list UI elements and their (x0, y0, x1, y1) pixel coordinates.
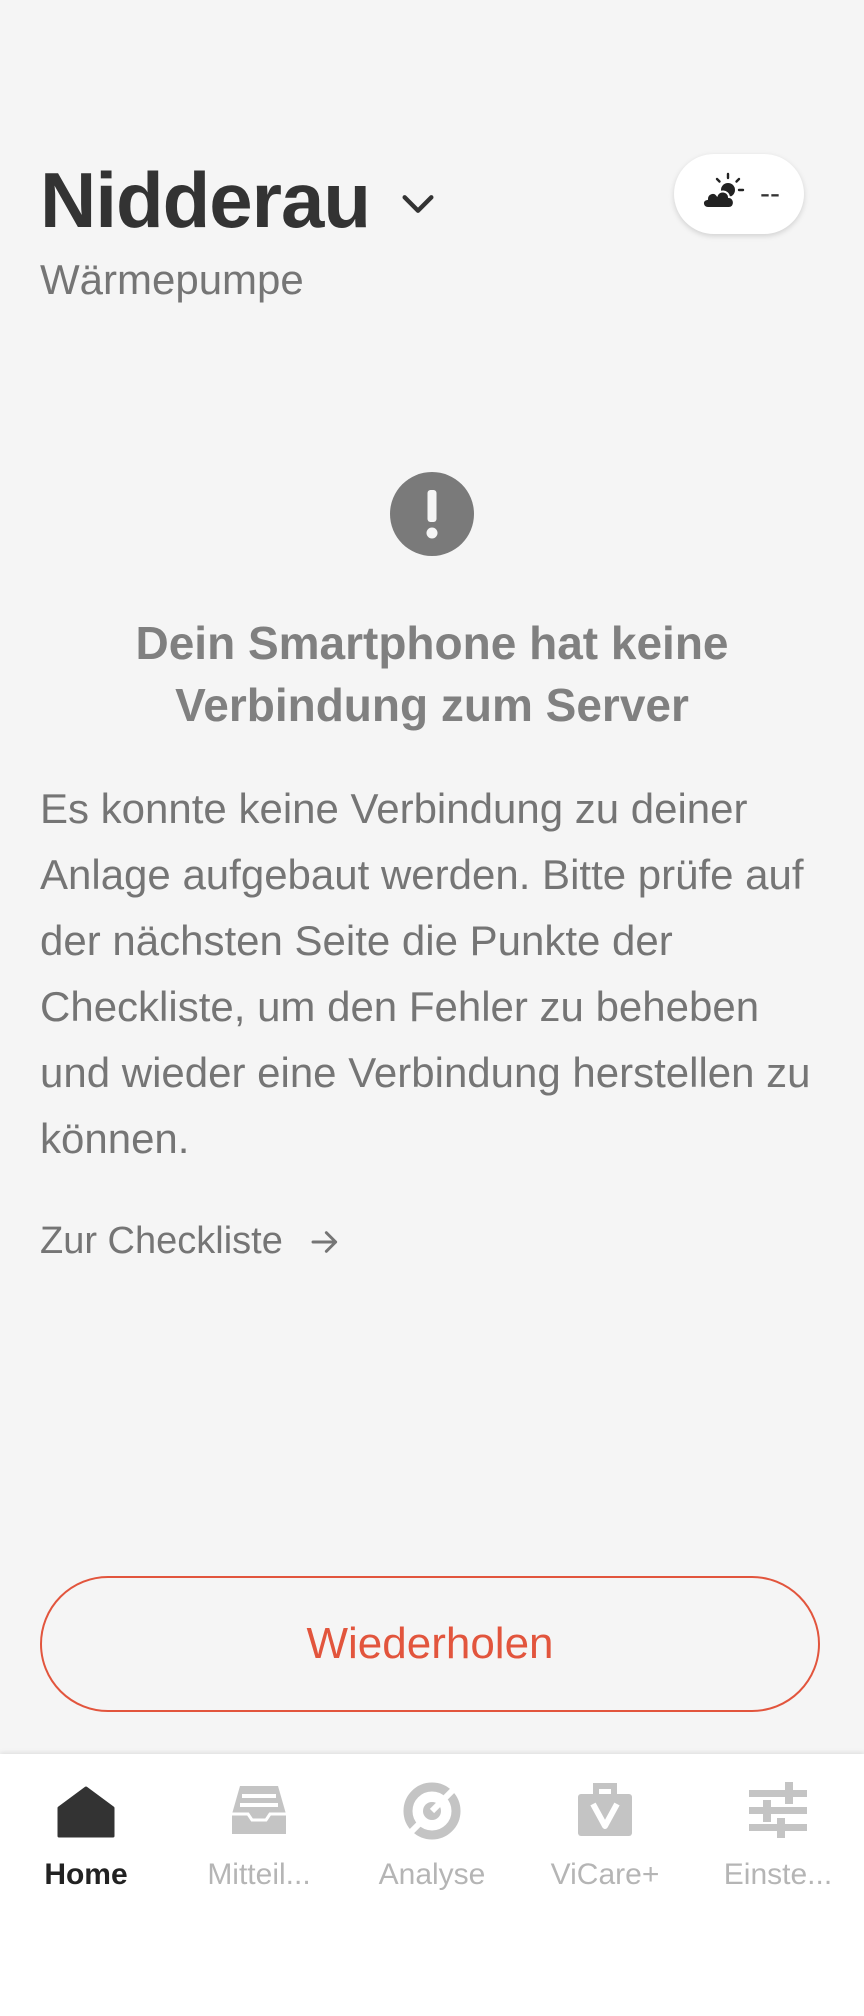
weather-widget[interactable]: -- (674, 154, 804, 234)
sliders-icon (749, 1782, 807, 1838)
checklist-link[interactable]: Zur Checkliste (40, 1220, 341, 1263)
chevron-down-icon (402, 195, 434, 213)
nav-item-home[interactable]: Home (0, 1754, 172, 1914)
vicare-bag-icon (578, 1783, 632, 1836)
inbox-icon (232, 1786, 286, 1834)
nav-label-vicare-plus: ViCare+ (550, 1858, 660, 1891)
nav-item-vicare-plus[interactable]: ViCare+ (519, 1754, 691, 1914)
retry-button[interactable]: Wiederholen (40, 1576, 820, 1712)
cloud-sun-icon (702, 172, 745, 209)
error-title: Dein Smartphone hat keine Verbindung zum… (135, 617, 729, 731)
nav-label-home: Home (44, 1858, 128, 1891)
exclamation-icon (390, 472, 474, 556)
nav-item-analysis[interactable]: Analyse (346, 1754, 518, 1914)
home-icon (57, 1786, 115, 1838)
weather-temperature: -- (760, 177, 780, 210)
arrow-right-icon (311, 1230, 337, 1253)
nav-label-analysis: Analyse (378, 1858, 486, 1891)
error-description: Es konnte keine Verbindung zu deiner Anl… (40, 785, 811, 1162)
nav-label-settings: Einste... (723, 1858, 833, 1891)
app-screen: Nidderau Wärmepumpe -- Dein Smartphone h… (0, 0, 864, 2016)
nav-label-messages: Mitteil... (207, 1858, 311, 1891)
device-type-label: Wärmepumpe (40, 256, 304, 303)
analysis-icon (403, 1782, 461, 1840)
checklist-link-label: Zur Checkliste (40, 1220, 283, 1262)
location-title: Nidderau (40, 156, 371, 244)
nav-item-settings[interactable]: Einste... (692, 1754, 864, 1914)
nav-item-messages[interactable]: Mitteil... (173, 1754, 345, 1914)
bottom-navigation: Home Mitteil... Analyse ViCare+ Einste..… (0, 1754, 864, 2016)
